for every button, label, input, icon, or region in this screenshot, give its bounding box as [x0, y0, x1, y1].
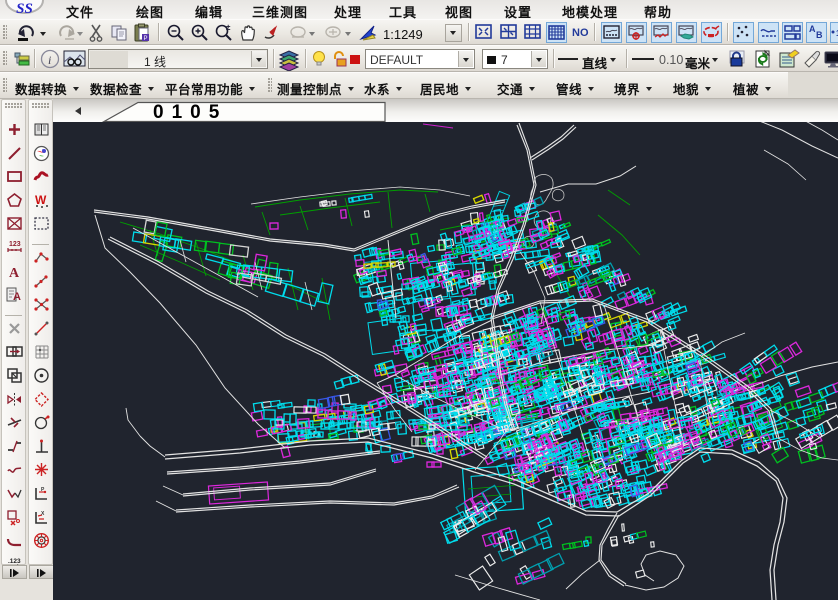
svg-text:P: P	[144, 36, 148, 42]
svg-text:±: ±	[226, 23, 231, 32]
svg-text:i: i	[48, 53, 51, 67]
svg-text:B: B	[816, 30, 823, 40]
svg-text:X: X	[41, 511, 45, 517]
svg-text:W: W	[35, 193, 47, 207]
svg-text:A: A	[809, 24, 816, 34]
svg-text:A: A	[9, 266, 20, 281]
svg-text:.123: .123	[8, 558, 21, 565]
svg-text:123: 123	[9, 241, 21, 248]
svg-text:A: A	[13, 291, 21, 303]
